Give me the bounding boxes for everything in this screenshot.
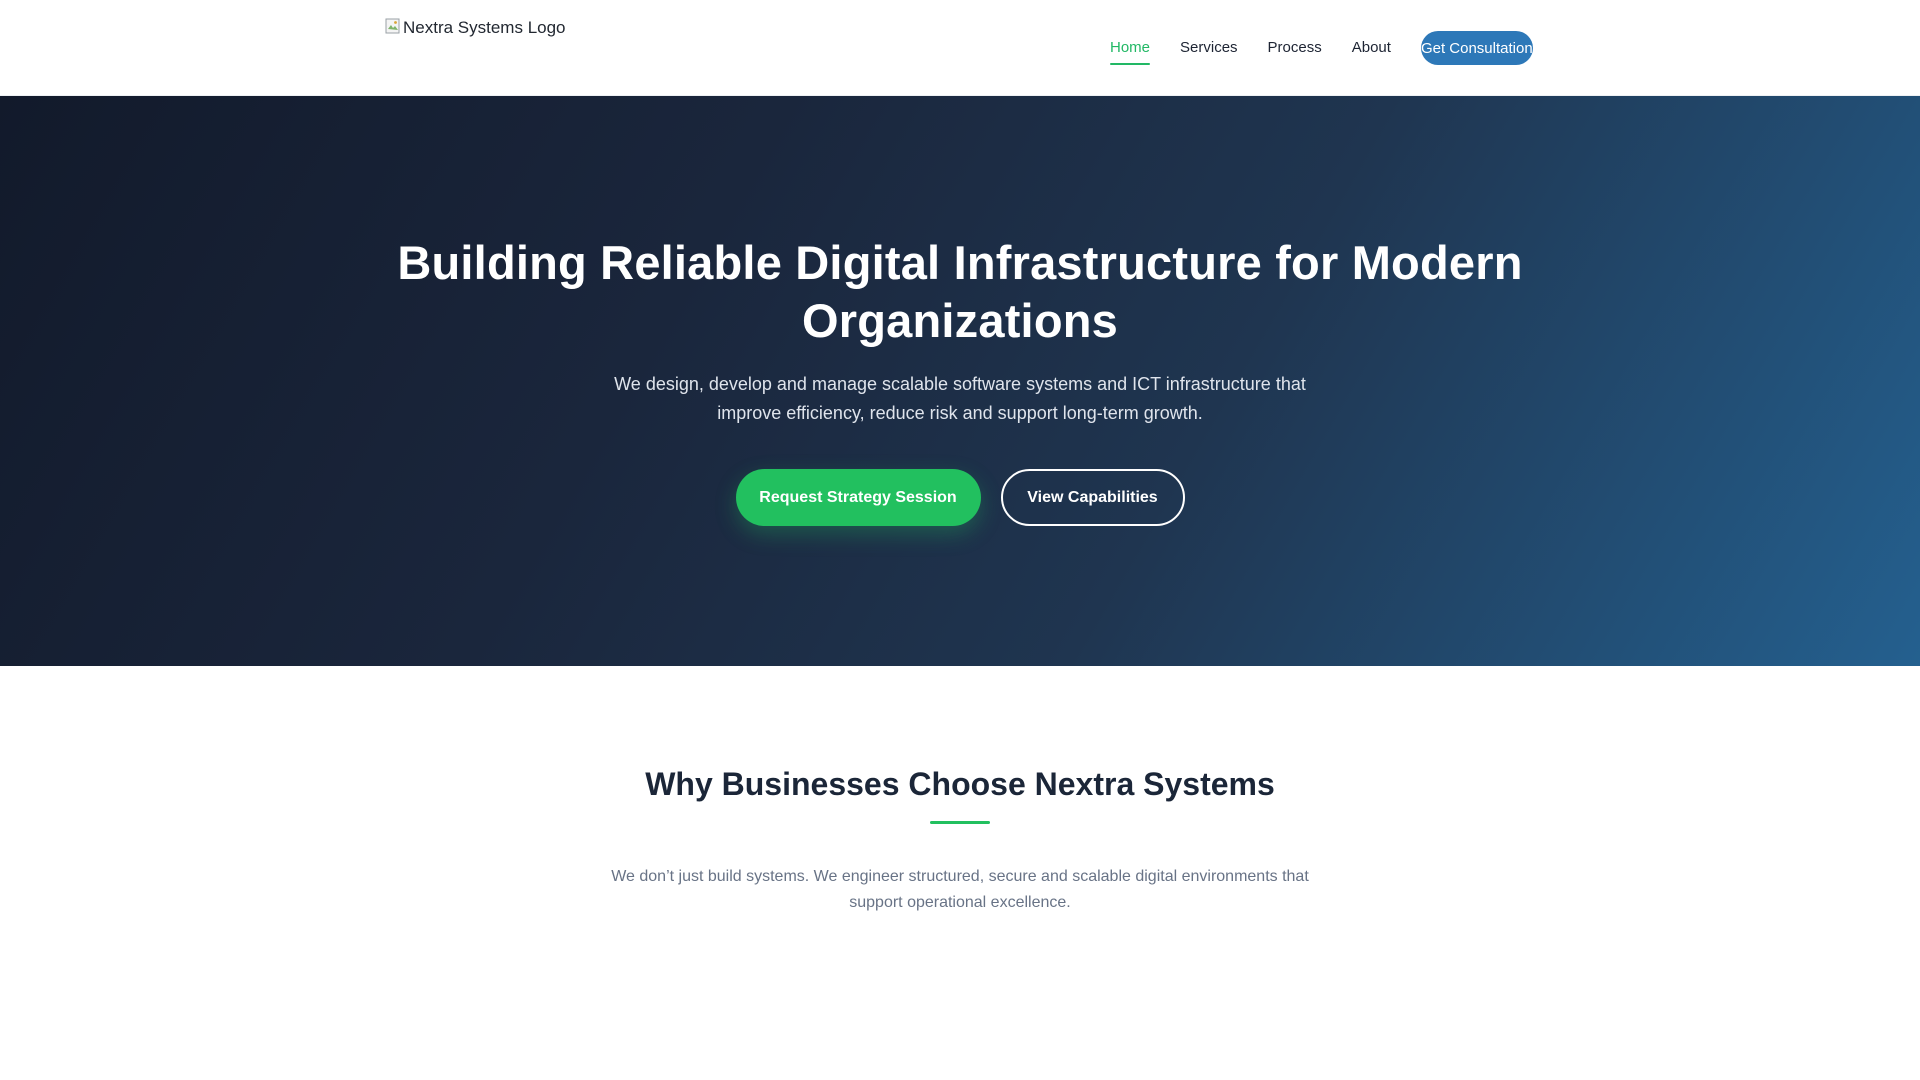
request-strategy-session-button[interactable]: Request Strategy Session — [735, 469, 981, 526]
logo-link[interactable]: Nextra Systems Logo — [385, 18, 566, 38]
site-header: Nextra Systems Logo Home Services Proces… — [0, 0, 1920, 96]
hero-buttons: Request Strategy Session View Capabiliti… — [0, 469, 1920, 526]
why-section: Why Businesses Choose Nextra Systems We … — [0, 666, 1920, 1080]
nav-process[interactable]: Process — [1268, 31, 1322, 65]
hero-title: Building Reliable Digital Infrastructure… — [397, 236, 1523, 347]
broken-image-icon — [385, 18, 400, 34]
hero-section: Building Reliable Digital Infrastructure… — [0, 96, 1920, 666]
get-consultation-button[interactable]: Get Consultation — [1420, 31, 1533, 65]
nav-services[interactable]: Services — [1180, 31, 1238, 65]
why-description: We don’t just build systems. We engineer… — [611, 868, 1309, 911]
nav-home[interactable]: Home — [1110, 31, 1151, 65]
main-nav: Home Services Process About Get Consulta… — [1110, 31, 1533, 65]
hero-subtitle: We design, develop and manage scalable s… — [614, 374, 1306, 423]
view-capabilities-button[interactable]: View Capabilities — [1000, 469, 1185, 526]
logo-alt-text: Nextra Systems Logo — [403, 18, 566, 37]
nav-about[interactable]: About — [1352, 31, 1391, 65]
why-title: Why Businesses Choose Nextra Systems — [645, 766, 1275, 802]
section-divider — [930, 821, 990, 824]
